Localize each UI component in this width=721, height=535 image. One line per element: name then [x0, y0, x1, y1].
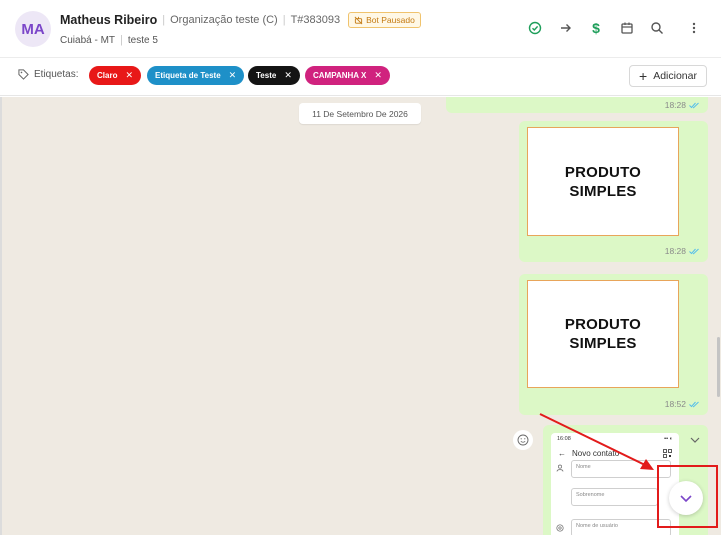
remove-tag-icon[interactable]: ✕	[374, 70, 382, 81]
tags-label-text: Etiquetas:	[34, 69, 79, 80]
add-tag-button[interactable]: + Adicionar	[629, 65, 707, 87]
tag-chip-etiqueta-de-teste[interactable]: Etiqueta de Teste ✕	[147, 66, 245, 85]
chat-header: MA Matheus Ribeiro | Organização teste (…	[0, 0, 721, 58]
check-circle-icon	[528, 21, 542, 35]
tag-chip-label: Etiqueta de Teste	[155, 71, 221, 80]
tag-chip-campanha-x[interactable]: CAMPANHA X ✕	[305, 66, 390, 85]
plus-icon: +	[639, 68, 648, 84]
add-tag-label: Adicionar	[653, 70, 697, 82]
search-icon	[651, 22, 663, 34]
search-messages-button[interactable]	[647, 18, 667, 38]
payment-button[interactable]: $	[586, 18, 606, 38]
tag-chip-label: Teste	[256, 71, 277, 80]
tag-chip-claro[interactable]: Claro ✕	[89, 66, 141, 85]
schedule-button[interactable]	[617, 18, 637, 38]
more-options-button[interactable]	[684, 18, 704, 38]
remove-tag-icon[interactable]: ✕	[125, 70, 133, 81]
svg-text:$: $	[592, 21, 600, 35]
chat-scrollbar[interactable]	[717, 337, 720, 397]
tags-bar: Etiquetas: Claro ✕ Etiqueta de Teste ✕ T…	[0, 59, 721, 96]
tag-chip-label: CAMPANHA X	[313, 71, 367, 80]
tag-icon	[18, 69, 29, 80]
arrow-right-icon	[561, 24, 571, 32]
tag-chip-label: Claro	[97, 71, 118, 80]
calendar-icon	[621, 22, 633, 34]
tags-label: Etiquetas:	[18, 69, 78, 80]
transfer-ticket-button[interactable]	[556, 18, 576, 38]
resolve-ticket-button[interactable]	[525, 18, 545, 38]
remove-tag-icon[interactable]: ✕	[229, 70, 237, 81]
chat-messages-area[interactable]: 18:28 11 De Setembro De 2026 PRODUTO SIM…	[0, 97, 721, 535]
tag-chip-teste[interactable]: Teste ✕	[248, 66, 300, 85]
dollar-icon: $	[592, 21, 600, 35]
header-actions: $	[0, 18, 721, 40]
annotation-arrow	[539, 413, 654, 470]
remove-tag-icon[interactable]: ✕	[284, 70, 292, 81]
kebab-icon	[692, 22, 696, 34]
